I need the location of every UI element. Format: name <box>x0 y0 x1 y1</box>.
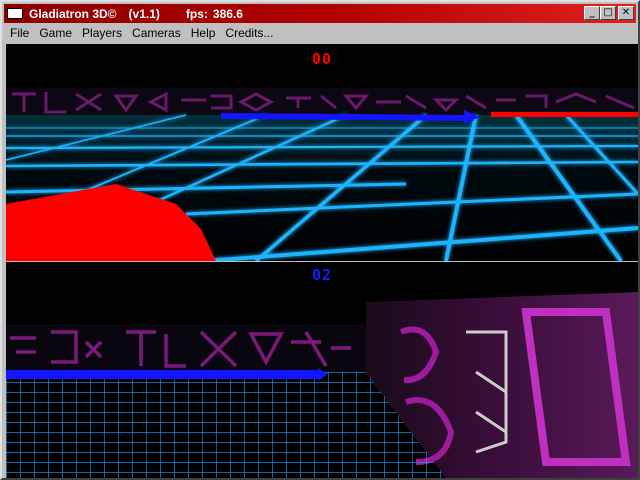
player2-scene <box>6 262 638 478</box>
menu-bar: File Game Players Cameras Help Credits..… <box>4 24 636 42</box>
window-version: (v1.1) <box>128 6 160 21</box>
menu-file[interactable]: File <box>4 26 34 40</box>
player1-scene <box>6 44 638 261</box>
red-light-trail <box>491 112 638 117</box>
menu-game[interactable]: Game <box>34 26 77 40</box>
close-icon: ✕ <box>621 7 631 18</box>
close-button[interactable]: ✕ <box>618 6 634 20</box>
app-icon <box>7 8 23 19</box>
blue-light-trail <box>6 370 322 379</box>
arena-wall <box>6 88 638 115</box>
player2-score: 02 <box>311 266 333 284</box>
fps-value: 386.6 <box>212 6 243 21</box>
menu-cameras[interactable]: Cameras <box>127 26 186 40</box>
fps-label: fps: <box>185 6 208 21</box>
menu-credits[interactable]: Credits... <box>220 26 278 40</box>
maximize-button[interactable]: □ <box>600 6 616 20</box>
player1-viewport[interactable]: 00 <box>6 44 638 261</box>
minimize-icon: _ <box>589 7 595 18</box>
menu-help[interactable]: Help <box>186 26 221 40</box>
title-bar[interactable]: Gladiatron 3D© (v1.1) fps: 386.6 _ □ ✕ <box>4 4 636 23</box>
game-window: Gladiatron 3D© (v1.1) fps: 386.6 _ □ ✕ F… <box>0 0 640 480</box>
maximize-icon: □ <box>603 7 613 18</box>
minimize-button[interactable]: _ <box>584 6 600 20</box>
window-title: Gladiatron 3D© <box>29 6 117 21</box>
window-controls: _ □ ✕ <box>584 6 634 20</box>
player2-viewport[interactable]: 02 <box>6 262 638 478</box>
player1-score: 00 <box>311 50 333 68</box>
menu-players[interactable]: Players <box>77 26 127 40</box>
